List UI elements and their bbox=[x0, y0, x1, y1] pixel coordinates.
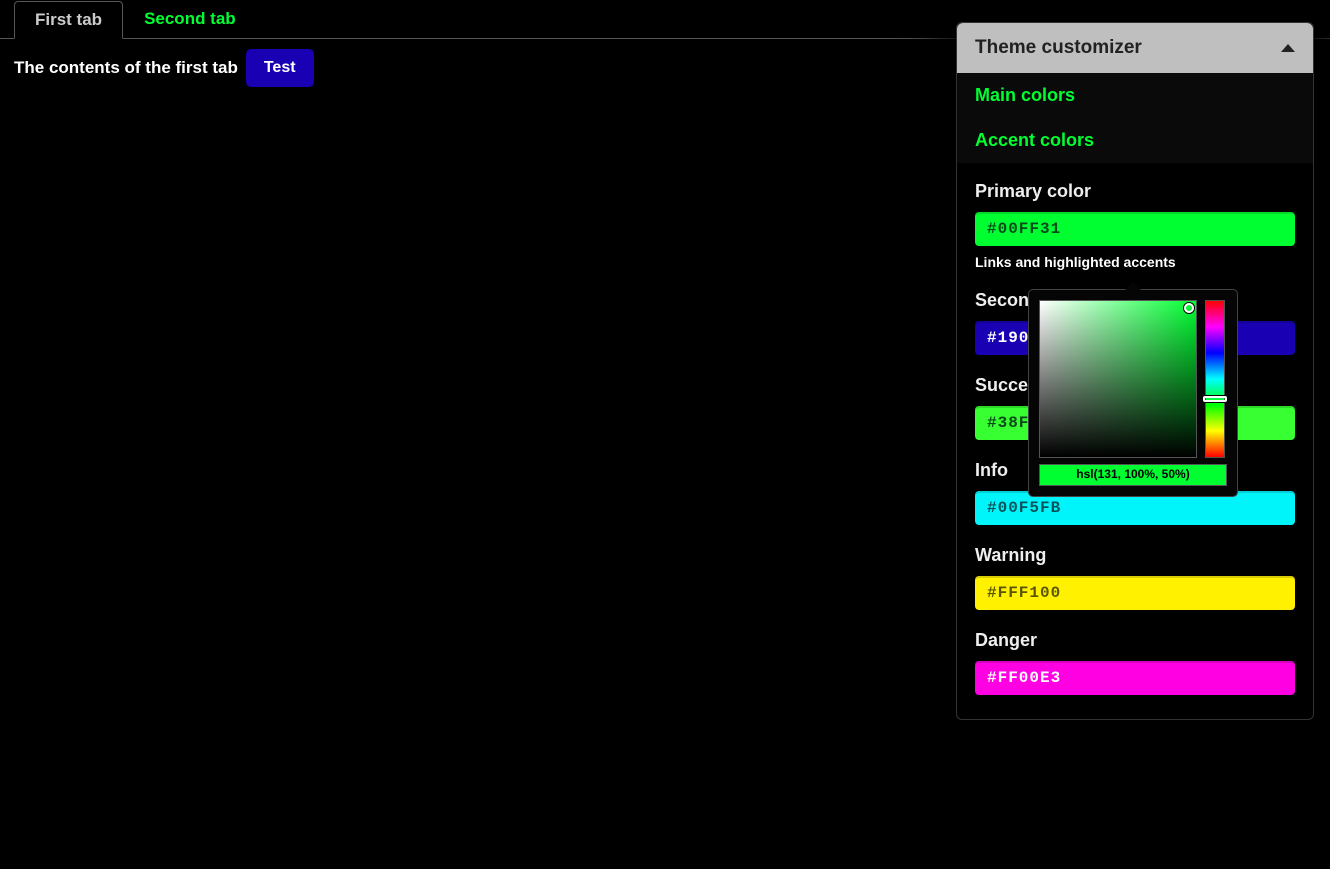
saturation-value-area[interactable] bbox=[1039, 300, 1197, 458]
customizer-title: Theme customizer bbox=[975, 37, 1142, 59]
tab-content-text: The contents of the first tab bbox=[14, 58, 238, 78]
warning-color-label: Warning bbox=[975, 545, 1295, 566]
primary-color-desc: Links and highlighted accents bbox=[975, 254, 1295, 270]
sv-cursor[interactable] bbox=[1184, 303, 1194, 313]
danger-color-group: Danger bbox=[975, 630, 1295, 695]
color-picker-popover: hsl(131, 100%, 50%) bbox=[1028, 289, 1238, 497]
section-accent-colors[interactable]: Accent colors bbox=[957, 118, 1313, 163]
caret-up-icon bbox=[1281, 44, 1295, 52]
warning-color-group: Warning bbox=[975, 545, 1295, 610]
hue-slider-thumb[interactable] bbox=[1203, 396, 1227, 402]
test-button[interactable]: Test bbox=[246, 49, 314, 87]
danger-color-input[interactable] bbox=[975, 661, 1295, 695]
tab-second[interactable]: Second tab bbox=[123, 0, 257, 38]
section-main-colors[interactable]: Main colors bbox=[957, 73, 1313, 118]
color-swatch-readout: hsl(131, 100%, 50%) bbox=[1039, 464, 1227, 486]
popover-arrow-icon bbox=[1125, 282, 1141, 290]
warning-color-input[interactable] bbox=[975, 576, 1295, 610]
hue-slider[interactable] bbox=[1205, 300, 1225, 458]
tab-first[interactable]: First tab bbox=[14, 1, 123, 39]
primary-color-group: Primary color Links and highlighted acce… bbox=[975, 181, 1295, 270]
customizer-header[interactable]: Theme customizer bbox=[957, 23, 1313, 73]
primary-color-input[interactable] bbox=[975, 212, 1295, 246]
customizer-sections: Main colors Accent colors bbox=[957, 73, 1313, 163]
danger-color-label: Danger bbox=[975, 630, 1295, 651]
primary-color-label: Primary color bbox=[975, 181, 1295, 202]
